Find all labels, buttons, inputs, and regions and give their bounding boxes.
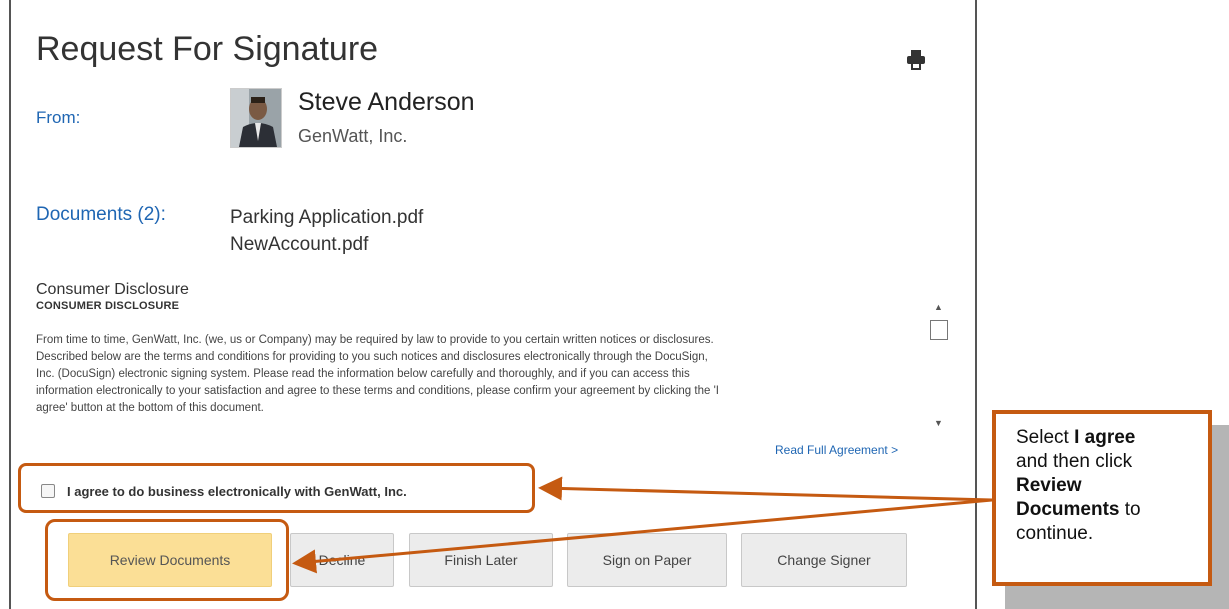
disclosure-line: From time to time, GenWatt, Inc. (we, us… [36, 334, 714, 346]
disclosure-line: agree' button at the bottom of this docu… [36, 402, 264, 414]
callout-text: Select [1016, 427, 1075, 448]
agree-label[interactable]: I agree to do business electronically wi… [67, 484, 407, 499]
scroll-thumb[interactable] [930, 320, 948, 340]
agree-checkbox[interactable] [41, 484, 55, 498]
disclosure-subtitle: CONSUMER DISCLOSURE [36, 300, 180, 312]
document-item[interactable]: NewAccount.pdf [230, 231, 423, 258]
scroll-up-icon[interactable]: ▲ [934, 302, 943, 312]
document-item[interactable]: Parking Application.pdf [230, 204, 423, 231]
instruction-callout: Select I agree and then click Review Doc… [992, 410, 1212, 586]
documents-label: Documents (2): [36, 204, 166, 225]
disclosure-line: Inc. (DocuSign) electronic signing syste… [36, 368, 690, 380]
page-title: Request For Signature [36, 30, 379, 68]
scroll-down-icon[interactable]: ▼ [934, 418, 943, 428]
callout-text: and then click [1016, 451, 1133, 472]
from-label: From: [36, 108, 81, 127]
sender-avatar [230, 88, 282, 148]
sign-on-paper-button[interactable]: Sign on Paper [567, 533, 727, 587]
disclosure-line: information electronically to your satis… [36, 385, 719, 397]
disclosure-text: From time to time, GenWatt, Inc. (we, us… [36, 332, 936, 417]
disclosure-title: Consumer Disclosure [36, 281, 189, 298]
callout-emphasis: Documents [1016, 499, 1120, 520]
finish-later-button[interactable]: Finish Later [409, 533, 553, 587]
callout-emphasis: Review [1016, 475, 1082, 496]
disclosure-scrollbar[interactable]: ▲ ▼ [929, 298, 949, 434]
callout-text: continue. [1016, 523, 1094, 544]
review-highlight [45, 519, 289, 601]
sender-name: Steve Anderson [298, 88, 475, 116]
decline-button[interactable]: Decline [290, 533, 394, 587]
change-signer-button[interactable]: Change Signer [741, 533, 907, 587]
read-full-agreement-link[interactable]: Read Full Agreement > [775, 443, 898, 457]
documents-list: Parking Application.pdf NewAccount.pdf [230, 204, 423, 258]
printer-icon[interactable] [905, 48, 927, 72]
callout-emphasis: I agree [1074, 427, 1136, 448]
sender-company: GenWatt, Inc. [298, 126, 408, 146]
callout-text: to [1119, 499, 1141, 520]
disclosure-line: Described below are the terms and condit… [36, 351, 708, 363]
